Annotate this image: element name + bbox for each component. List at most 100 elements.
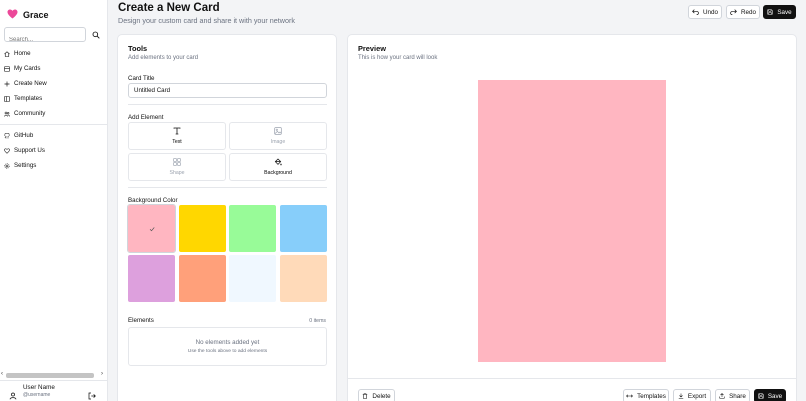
save-icon bbox=[758, 393, 764, 399]
redo-button[interactable]: Redo bbox=[726, 5, 760, 19]
logout-icon[interactable] bbox=[88, 387, 96, 401]
download-icon bbox=[678, 393, 684, 399]
background-color-label: Background Color bbox=[128, 197, 178, 204]
undo-button[interactable]: Undo bbox=[688, 5, 722, 19]
tools-subtitle: Add elements to your card bbox=[128, 55, 199, 61]
elements-empty-state: No elements added yet Use the tools abov… bbox=[128, 327, 327, 366]
share-button[interactable]: Share bbox=[715, 389, 750, 401]
preview-title: Preview bbox=[358, 44, 386, 53]
sidebar-item-label: Home bbox=[14, 50, 31, 57]
card-canvas[interactable] bbox=[478, 80, 666, 362]
add-shape-button[interactable]: Shape bbox=[128, 153, 226, 181]
search-icon bbox=[92, 31, 100, 39]
user-handle: @username bbox=[23, 392, 51, 398]
delete-label: Delete bbox=[372, 392, 391, 400]
heart-icon bbox=[4, 147, 10, 154]
empty-title: No elements added yet bbox=[195, 339, 260, 346]
sidebar-item-support-us[interactable]: Support Us bbox=[0, 143, 107, 158]
sidebar-item-my-cards[interactable]: My Cards bbox=[0, 61, 107, 76]
plus-icon bbox=[4, 81, 10, 87]
preview-subtitle: This is how your card will look bbox=[358, 55, 438, 61]
add-image-label: Image bbox=[270, 139, 286, 145]
add-text-label: Text bbox=[172, 139, 182, 145]
section-divider bbox=[128, 104, 327, 105]
search-input[interactable] bbox=[5, 33, 85, 47]
card-title-input[interactable] bbox=[128, 83, 327, 98]
background-label: Background bbox=[264, 170, 292, 176]
github-icon bbox=[4, 132, 10, 139]
redo-icon bbox=[730, 9, 737, 15]
scroll-left-icon[interactable]: ‹ bbox=[1, 371, 3, 377]
brand[interactable]: Grace bbox=[7, 6, 49, 24]
save-label: Save bbox=[767, 392, 783, 400]
color-swatch-alice-blue[interactable] bbox=[229, 255, 276, 302]
color-swatch-green[interactable] bbox=[229, 205, 276, 252]
sidebar-item-label: Create New bbox=[14, 80, 47, 87]
sidebar-item-label: GitHub bbox=[14, 132, 34, 139]
delete-button[interactable]: Delete bbox=[358, 389, 395, 401]
sidebar-divider bbox=[0, 124, 107, 125]
color-swatch-pink[interactable] bbox=[127, 204, 176, 253]
sidebar-item-label: Templates bbox=[14, 95, 43, 102]
preview-divider bbox=[348, 378, 796, 379]
share-icon bbox=[719, 393, 725, 399]
template-icon bbox=[4, 95, 10, 102]
empty-hint: Use the tools above to add elements bbox=[187, 349, 268, 354]
text-icon bbox=[173, 127, 181, 135]
user-name: User Name bbox=[23, 384, 55, 391]
gear-icon bbox=[4, 162, 10, 169]
header-save-button[interactable]: Save bbox=[763, 5, 796, 19]
export-button[interactable]: Export bbox=[673, 389, 711, 401]
elements-label: Elements bbox=[128, 317, 154, 324]
check-icon bbox=[149, 226, 154, 231]
sidebar-item-community[interactable]: Community bbox=[0, 106, 107, 121]
tools-panel: Tools Add elements to your card Card Tit… bbox=[117, 34, 337, 401]
background-button[interactable]: Background bbox=[229, 153, 327, 181]
search-field[interactable] bbox=[4, 27, 86, 47]
page-subtitle: Design your custom card and share it wit… bbox=[118, 16, 295, 25]
app-root: Grace Home My Cards Create New Templa bbox=[0, 0, 806, 401]
color-swatch-blue[interactable] bbox=[280, 205, 327, 252]
add-element-label: Add Element bbox=[128, 114, 164, 121]
section-divider bbox=[128, 187, 327, 188]
card-title-label: Card Title bbox=[128, 75, 155, 82]
cards-icon bbox=[4, 65, 10, 72]
color-swatch-gold[interactable] bbox=[179, 205, 226, 252]
sidebar-item-home[interactable]: Home bbox=[0, 46, 107, 61]
scroll-right-icon[interactable]: › bbox=[101, 371, 103, 377]
color-swatch-salmon[interactable] bbox=[179, 255, 226, 302]
user-avatar-icon bbox=[9, 387, 17, 401]
preview-panel: Preview This is how your card will look … bbox=[347, 34, 797, 401]
sidebar-item-label: Support Us bbox=[14, 147, 45, 154]
sidebar: Grace Home My Cards Create New Templa bbox=[0, 0, 108, 401]
templates-button[interactable]: Templates bbox=[623, 389, 669, 401]
sidebar-nav: Home My Cards Create New Templates Commu… bbox=[0, 46, 107, 173]
color-swatch-peach[interactable] bbox=[280, 255, 327, 302]
redo-label: Redo bbox=[740, 8, 757, 16]
paint-bucket-icon bbox=[274, 158, 282, 166]
user-profile[interactable]: User Name @username bbox=[0, 380, 107, 401]
sidebar-item-label: Community bbox=[14, 110, 46, 117]
add-text-button[interactable]: Text bbox=[128, 122, 226, 150]
color-swatch-plum[interactable] bbox=[128, 255, 175, 302]
sidebar-item-label: My Cards bbox=[14, 65, 41, 72]
image-icon bbox=[274, 127, 282, 135]
sidebar-item-create-new[interactable]: Create New bbox=[0, 76, 107, 91]
sidebar-scrollbar[interactable]: ‹ › bbox=[0, 371, 107, 379]
save-icon bbox=[767, 9, 773, 15]
footer-save-button[interactable]: Save bbox=[754, 389, 786, 401]
search-button[interactable] bbox=[91, 30, 101, 40]
sidebar-item-templates[interactable]: Templates bbox=[0, 91, 107, 106]
trash-icon bbox=[363, 393, 368, 399]
sidebar-item-settings[interactable]: Settings bbox=[0, 158, 107, 173]
add-image-button[interactable]: Image bbox=[229, 122, 327, 150]
save-label: Save bbox=[777, 8, 792, 16]
scrollbar-thumb[interactable] bbox=[6, 373, 94, 378]
elements-count: 0 items bbox=[309, 318, 326, 324]
brand-name: Grace bbox=[23, 10, 49, 20]
undo-icon bbox=[692, 9, 699, 15]
sidebar-item-github[interactable]: GitHub bbox=[0, 128, 107, 143]
shape-icon bbox=[173, 158, 181, 166]
sidebar-item-label: Settings bbox=[14, 162, 37, 169]
share-label: Share bbox=[729, 392, 746, 400]
